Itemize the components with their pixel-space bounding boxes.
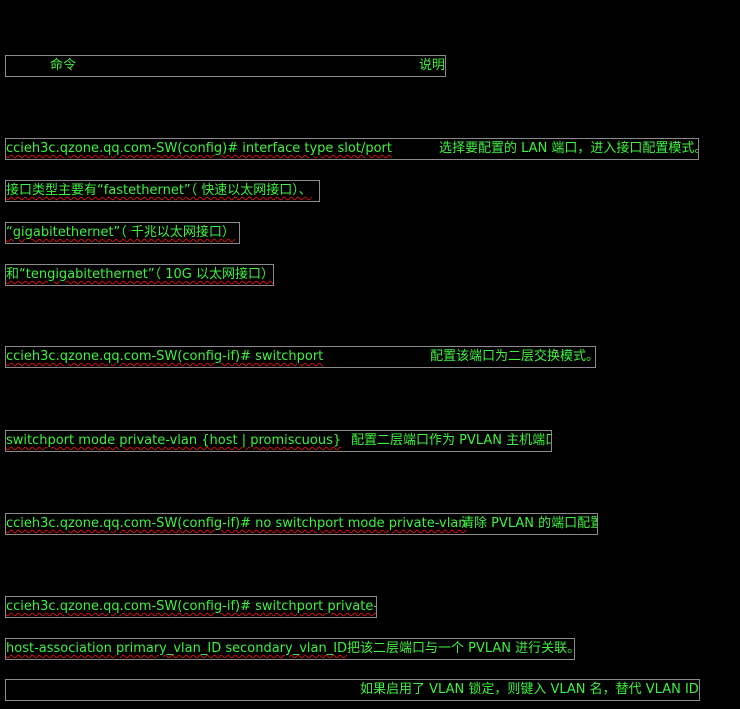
- note-text: 接口类型主要有“fastethernet”（ 快速以太网接口）、: [6, 183, 312, 198]
- table-row: ccieh3c.qzone.qq.com-SW(config)# interfa…: [5, 138, 699, 160]
- table-header-row: 命令 说明: [5, 55, 446, 77]
- document-page: { "header": { "command_label": "命令", "de…: [0, 0, 740, 709]
- description-text: 如果启用了 VLAN 锁定，则键入 VLAN 名，替代 VLAN ID。: [360, 682, 700, 697]
- description-text: 配置该端口为二层交换模式。: [430, 349, 596, 364]
- table-row: 如果启用了 VLAN 锁定，则键入 VLAN 名，替代 VLAN ID。: [5, 679, 700, 701]
- table-row: 和“tengigabitethernet”（ 10G 以太网接口）: [5, 264, 274, 286]
- description-text: 配置二层端口作为 PVLAN 主机端口: [351, 433, 552, 448]
- description-text: 清除 PVLAN 的端口配置: [461, 516, 598, 531]
- table-row: ccieh3c.qzone.qq.com-SW(config-if)# swit…: [5, 596, 377, 618]
- command-text: switchport mode private-vlan {host | pro…: [6, 433, 342, 448]
- table-row: 接口类型主要有“fastethernet”（ 快速以太网接口）、: [5, 180, 320, 202]
- table-row: “gigabitethernet”（ 千兆以太网接口）: [5, 222, 240, 244]
- table-row: switchport mode private-vlan {host | pro…: [5, 430, 552, 452]
- description-column-header: 说明: [419, 58, 446, 73]
- table-row: ccieh3c.qzone.qq.com-SW(config-if)# swit…: [5, 346, 596, 368]
- command-text: host-association primary_vlan_ID seconda…: [6, 641, 348, 656]
- note-text: 和“tengigabitethernet”（ 10G 以太网接口）: [6, 267, 274, 282]
- note-text: “gigabitethernet”（ 千兆以太网接口）: [6, 225, 235, 240]
- command-column-header: 命令: [50, 58, 77, 73]
- command-text: ccieh3c.qzone.qq.com-SW(config-if)# swit…: [6, 349, 324, 364]
- table-row: host-association primary_vlan_ID seconda…: [5, 638, 575, 660]
- command-text: ccieh3c.qzone.qq.com-SW(config)# interfa…: [6, 141, 392, 156]
- description-text: 把该二层端口与一个 PVLAN 进行关联。: [347, 641, 575, 656]
- command-text: ccieh3c.qzone.qq.com-SW(config-if)# swit…: [6, 599, 377, 614]
- table-row: ccieh3c.qzone.qq.com-SW(config-if)# no s…: [5, 513, 598, 535]
- description-text: 选择要配置的 LAN 端口，进入接口配置模式。: [439, 141, 699, 156]
- command-text: ccieh3c.qzone.qq.com-SW(config-if)# no s…: [6, 516, 467, 531]
